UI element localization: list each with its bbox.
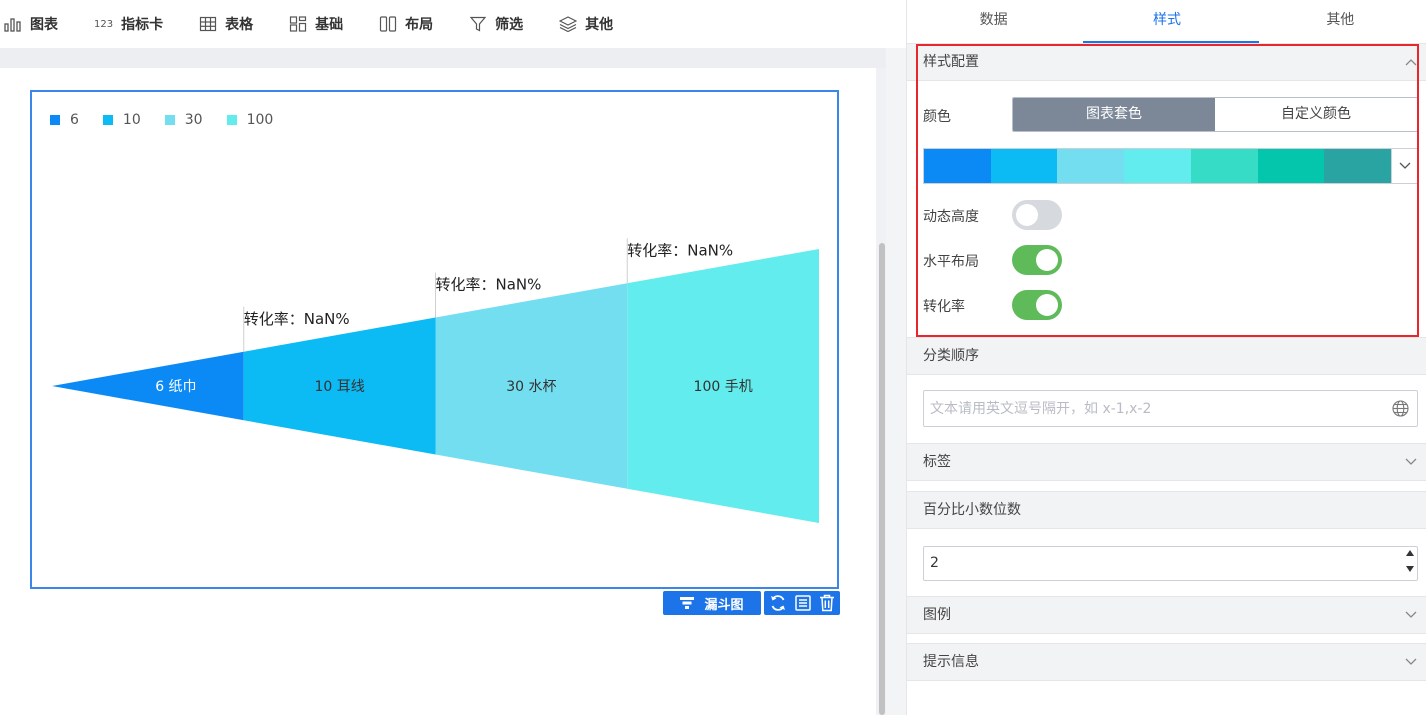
increment-arrow-icon[interactable] xyxy=(1405,548,1415,558)
layers-icon xyxy=(559,16,578,32)
chevron-down-icon xyxy=(1405,458,1417,465)
toolbar-item-label: 图表 xyxy=(30,17,58,33)
section-tooltip[interactable]: 提示信息 xyxy=(907,643,1426,681)
chart-action-group xyxy=(764,591,840,615)
section-style-config[interactable]: 样式配置 xyxy=(907,43,1426,81)
toolbar-item-basic[interactable]: 基础 xyxy=(289,0,343,48)
section-legend[interactable]: 图例 xyxy=(907,596,1426,634)
section-labels[interactable]: 标签 xyxy=(907,443,1426,481)
canvas-header-strip xyxy=(0,48,906,68)
section-title: 图例 xyxy=(923,607,951,623)
basic-widgets-icon xyxy=(289,16,307,32)
palette-select[interactable] xyxy=(923,148,1418,184)
section-title: 样式配置 xyxy=(923,54,979,70)
chart-type-label: 漏斗图 xyxy=(704,597,744,613)
dynamic-height-toggle[interactable] xyxy=(1012,200,1062,230)
stage-label: 6 纸巾 xyxy=(155,379,196,395)
globe-icon[interactable] xyxy=(1392,400,1409,417)
toolbar-item-label: 基础 xyxy=(315,17,344,33)
decrement-arrow-icon[interactable] xyxy=(1405,564,1415,574)
table-grid-icon xyxy=(199,16,217,32)
stage-label: 100 手机 xyxy=(694,379,753,395)
palette-swatch xyxy=(1124,149,1191,183)
section-title: 标签 xyxy=(923,454,951,470)
toggle-knob xyxy=(1036,294,1058,316)
toggle-knob xyxy=(1016,204,1038,226)
conversion-rate-label: 转化率 xyxy=(923,299,965,315)
conversion-rate-label: 转化率：NaN% xyxy=(627,241,733,259)
toolbar-item-label: 表格 xyxy=(225,17,254,33)
chevron-down-icon xyxy=(1405,658,1417,665)
palette-swatch xyxy=(1257,149,1325,183)
section-title: 百分比小数位数 xyxy=(923,502,1021,518)
palette-swatch xyxy=(924,149,991,183)
color-mode-switch: 图表套色 自定义颜色 xyxy=(1012,97,1418,132)
horizontal-layout-label: 水平布局 xyxy=(923,254,979,270)
section-title: 提示信息 xyxy=(923,654,979,670)
delete-icon[interactable] xyxy=(819,594,835,612)
toolbar-item-label: 其他 xyxy=(585,17,614,33)
chevron-down-icon xyxy=(1399,162,1410,169)
component-toolbar: 图表 123 指标卡 表格 基础 布局 筛选 其他 xyxy=(0,0,906,48)
toggle-knob xyxy=(1036,249,1058,271)
panel-tabs: 数据 样式 其他 xyxy=(907,0,1426,44)
palette-dropdown[interactable] xyxy=(1391,149,1418,183)
section-category-order[interactable]: 分类顺序 xyxy=(907,337,1426,375)
chevron-up-icon xyxy=(1405,59,1417,66)
toolbar-item-label: 指标卡 xyxy=(121,17,164,33)
category-order-input[interactable] xyxy=(923,390,1418,427)
canvas-scrollbar-thumb[interactable] xyxy=(879,243,885,715)
horizontal-layout-toggle[interactable] xyxy=(1012,245,1062,275)
toolbar-item-chart[interactable]: 图表 xyxy=(4,0,58,48)
tab-other[interactable]: 其他 xyxy=(1254,0,1426,43)
filter-funnel-icon xyxy=(469,16,487,32)
tab-data[interactable]: 数据 xyxy=(907,0,1080,43)
palette-swatch xyxy=(1324,149,1392,183)
toolbar-item-filter[interactable]: 筛选 xyxy=(469,0,523,48)
custom-color-button[interactable]: 自定义颜色 xyxy=(1215,98,1417,131)
chart-widget-toolbar: 漏斗图 xyxy=(663,591,840,615)
toolbar-item-metric-card[interactable]: 123 指标卡 xyxy=(94,0,163,48)
palette-swatch xyxy=(1190,149,1258,183)
chart-type-button[interactable]: 漏斗图 xyxy=(663,591,761,615)
refresh-icon[interactable] xyxy=(769,594,787,612)
percent-decimals-input[interactable]: 2 xyxy=(923,546,1418,581)
palette-swatch xyxy=(990,149,1058,183)
funnel-chart-widget[interactable]: 6 10 30 100 6 纸巾 10 耳线 转化率：NaN% 30 水杯 转化率：Na… xyxy=(30,90,839,589)
section-percent-decimals[interactable]: 百分比小数位数 xyxy=(907,491,1426,529)
toolbar-item-other[interactable]: 其他 xyxy=(559,0,613,48)
dynamic-height-label: 动态高度 xyxy=(923,209,979,225)
toolbar-item-label: 筛选 xyxy=(495,17,524,33)
funnel-stage[interactable] xyxy=(52,351,244,421)
color-label: 颜色 xyxy=(923,109,951,125)
section-title: 分类顺序 xyxy=(923,348,979,364)
conversion-rate-label: 转化率：NaN% xyxy=(436,276,542,294)
chart-palette-button[interactable]: 图表套色 xyxy=(1013,98,1215,131)
tab-style[interactable]: 样式 xyxy=(1080,0,1253,43)
layout-columns-icon xyxy=(379,16,397,32)
toolbar-item-layout[interactable]: 布局 xyxy=(379,0,433,48)
data-list-icon[interactable] xyxy=(794,594,812,612)
stage-label: 10 耳线 xyxy=(314,379,364,395)
canvas-right-gap xyxy=(886,48,906,715)
number-card-icon: 123 xyxy=(94,18,114,30)
stage-label: 30 水杯 xyxy=(506,379,556,395)
config-panel: 数据 样式 其他 样式配置 颜色 图表套色 自定义颜色 动态高度 水平布局 转化… xyxy=(906,0,1426,715)
funnel-type-icon xyxy=(680,597,695,609)
toolbar-item-table[interactable]: 表格 xyxy=(199,0,253,48)
palette-swatch xyxy=(1057,149,1125,183)
conversion-rate-label: 转化率：NaN% xyxy=(244,310,350,328)
toolbar-item-label: 布局 xyxy=(405,17,434,33)
bar-chart-icon xyxy=(4,18,21,32)
funnel-plot: 6 纸巾 10 耳线 转化率：NaN% 30 水杯 转化率：NaN% 100 手机 转化率：… xyxy=(52,238,819,523)
chevron-down-icon xyxy=(1405,611,1417,618)
conversion-rate-toggle[interactable] xyxy=(1012,290,1062,320)
